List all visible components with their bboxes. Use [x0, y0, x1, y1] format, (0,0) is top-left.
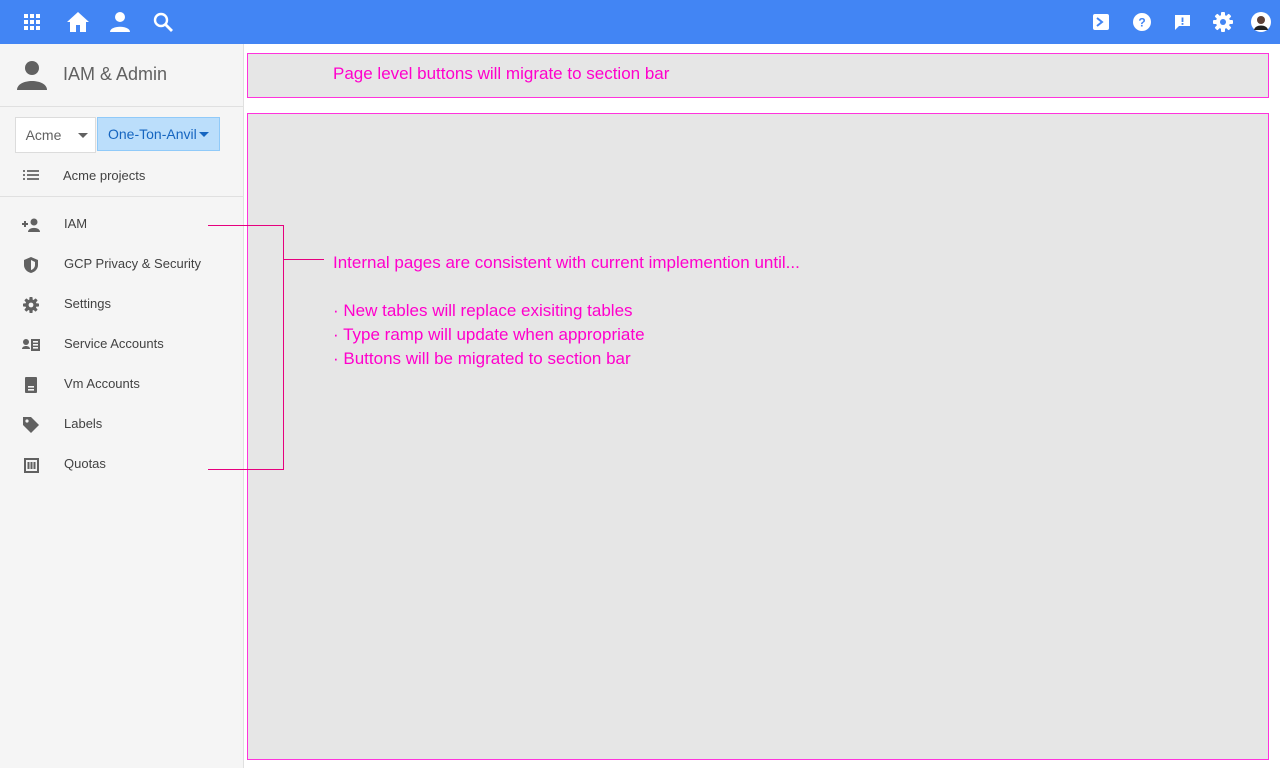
sidebar-item-label: GCP Privacy & Security — [64, 256, 202, 271]
service-account-icon — [22, 336, 40, 354]
svg-text:?: ? — [1138, 16, 1145, 30]
account-avatar-icon[interactable] — [1249, 10, 1273, 34]
annotation-bracket-bottom — [208, 469, 284, 470]
shield-icon — [22, 256, 40, 274]
sidebar: IAM & Admin Acme One-Ton-Anvil Acme proj… — [0, 44, 244, 768]
apps-icon[interactable] — [20, 10, 44, 34]
help-icon[interactable]: ? — [1130, 10, 1154, 34]
annotation-pointer — [283, 259, 324, 260]
sidebar-item-label: Settings — [64, 296, 111, 311]
sidebar-item-label: Quotas — [64, 456, 106, 471]
annotation-bracket-vertical — [283, 225, 284, 470]
sidebar-item-label: IAM — [64, 216, 88, 231]
sidebar-header: IAM & Admin — [0, 44, 243, 107]
content-placeholder — [247, 113, 1269, 760]
chevron-down-icon — [78, 132, 88, 138]
iam-admin-person-icon — [17, 60, 47, 95]
sidebar-item-privacy-security[interactable]: GCP Privacy & Security — [0, 246, 243, 282]
project-selector-label: One-Ton-Anvil — [108, 126, 197, 142]
internal-pages-annotation: Internal pages are consistent with curre… — [333, 253, 800, 272]
settings-icon[interactable] — [1211, 10, 1235, 34]
sidebar-divider — [0, 196, 243, 197]
top-app-bar: ? — [0, 0, 1280, 44]
person-add-icon — [22, 216, 40, 234]
search-icon[interactable] — [151, 10, 175, 34]
person-icon[interactable] — [108, 10, 132, 34]
quota-icon — [22, 456, 40, 474]
cloud-shell-icon[interactable] — [1089, 10, 1113, 34]
chevron-down-icon — [199, 132, 209, 137]
org-dropdown-button[interactable] — [71, 117, 96, 153]
annotation-bracket-top — [208, 225, 284, 226]
acme-projects-link[interactable]: Acme projects — [0, 158, 243, 194]
sidebar-item-labels[interactable]: Labels — [0, 406, 243, 442]
home-icon[interactable] — [66, 10, 90, 34]
annotation-bullet: · Type ramp will update when appropriate — [333, 325, 645, 344]
sidebar-item-quotas[interactable]: Quotas — [0, 446, 243, 482]
sidebar-item-label: Labels — [64, 416, 103, 431]
sidebar-item-service-accounts[interactable]: Service Accounts — [0, 326, 243, 362]
sidebar-item-vm-accounts[interactable]: Vm Accounts — [0, 366, 243, 402]
sidebar-item-label: Vm Accounts — [64, 376, 140, 391]
acme-projects-label: Acme projects — [63, 168, 146, 183]
annotation-bullet: · Buttons will be migrated to section ba… — [333, 349, 631, 368]
tag-icon — [22, 416, 40, 434]
org-selector[interactable]: Acme — [15, 117, 72, 153]
vm-account-icon — [22, 376, 40, 394]
sidebar-item-label: Service Accounts — [64, 336, 164, 351]
feedback-icon[interactable] — [1170, 10, 1194, 34]
section-bar-annotation: Page level buttons will migrate to secti… — [333, 64, 670, 83]
gear-icon — [22, 296, 40, 314]
project-selector[interactable]: One-Ton-Anvil — [97, 117, 220, 151]
list-icon — [23, 168, 39, 187]
sidebar-item-settings[interactable]: Settings — [0, 286, 243, 322]
sidebar-item-iam[interactable]: IAM — [0, 206, 243, 242]
product-title: IAM & Admin — [63, 64, 168, 84]
annotation-bullet: · New tables will replace exisiting tabl… — [333, 301, 633, 320]
